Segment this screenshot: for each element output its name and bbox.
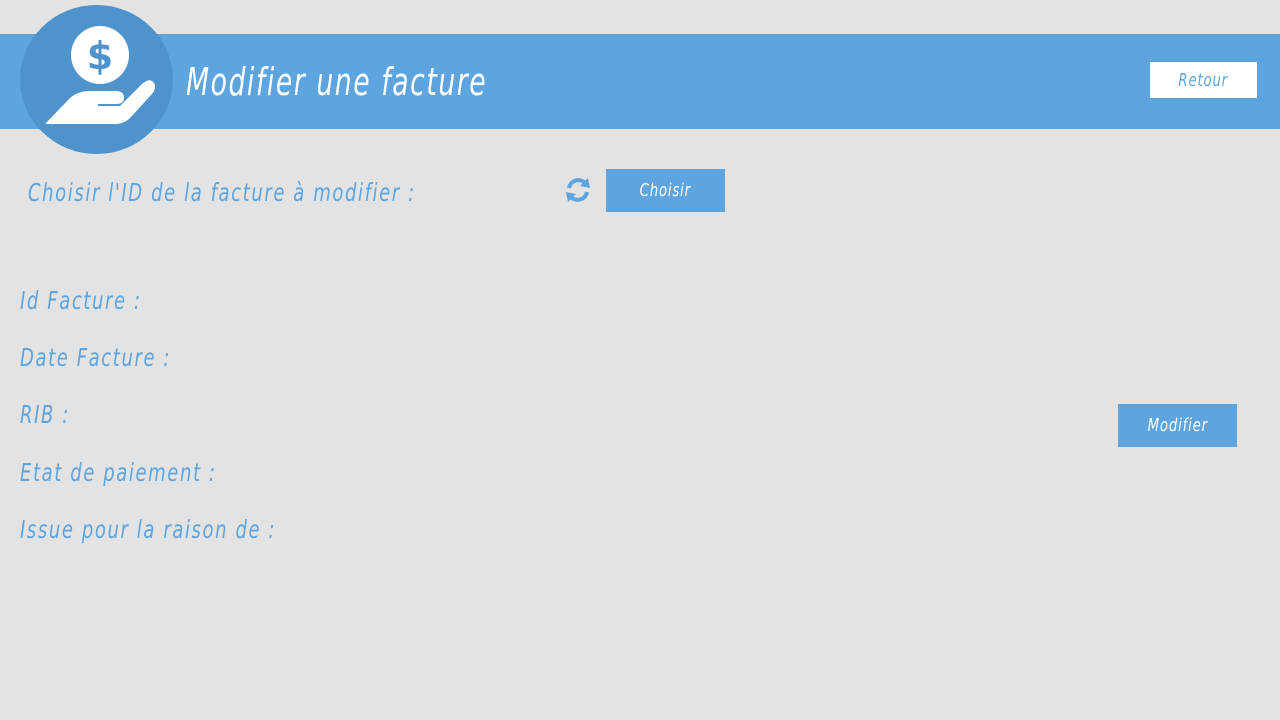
modify-button[interactable]: Modifier	[1118, 404, 1237, 447]
app-logo: $	[20, 5, 173, 154]
choose-button[interactable]: Choisir	[606, 169, 725, 212]
field-label-issue-raison: Issue pour la raison de :	[20, 515, 277, 544]
page-title: Modifier une facture	[186, 60, 488, 104]
refresh-icon[interactable]	[564, 176, 592, 204]
hand-dollar-icon: $	[46, 26, 156, 124]
field-label-rib: RIB :	[20, 400, 70, 429]
field-label-etat-paiement: Etat de paiement :	[20, 458, 217, 487]
field-label-id-facture: Id Facture :	[20, 286, 142, 315]
choose-button-label: Choisir	[639, 180, 692, 201]
back-button-label: Retour	[1178, 69, 1229, 91]
back-button[interactable]: Retour	[1150, 62, 1257, 98]
invoice-edit-window: $ Modifier une facture Retour Choisir l'…	[0, 0, 1280, 720]
field-label-date-facture: Date Facture :	[20, 343, 172, 372]
modify-button-label: Modifier	[1147, 415, 1208, 436]
choose-invoice-id-label: Choisir l'ID de la facture à modifier :	[28, 178, 416, 207]
svg-text:$: $	[87, 34, 113, 78]
